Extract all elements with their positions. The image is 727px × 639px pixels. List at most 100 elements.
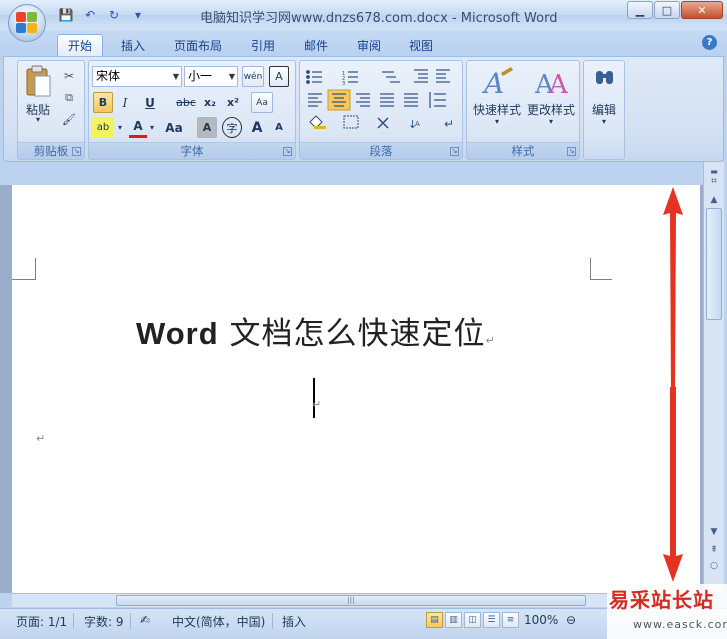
- cut-icon[interactable]: ✂: [60, 65, 78, 86]
- web-layout-view-icon[interactable]: ◫: [464, 612, 481, 628]
- insert-mode-indicator[interactable]: 插入: [282, 613, 306, 630]
- paste-icon: [26, 65, 51, 97]
- tab-page-layout[interactable]: 页面布局: [166, 34, 230, 56]
- font-name-combo[interactable]: 宋体 ▼: [92, 66, 182, 87]
- vertical-scrollbar[interactable]: ▬ ⌗ ▲ ▼ ⇞ ○: [703, 162, 724, 592]
- subscript-button[interactable]: x₂: [200, 92, 220, 113]
- draft-view-icon[interactable]: ≡: [502, 612, 519, 628]
- document-heading[interactable]: Word 文档怎么快速定位↵: [136, 308, 496, 353]
- change-styles-dropdown-icon: ▾: [548, 117, 553, 126]
- outline-view-icon[interactable]: ☰: [483, 612, 500, 628]
- save-icon[interactable]: 💾: [56, 6, 76, 24]
- close-button[interactable]: ✕: [681, 1, 723, 19]
- svg-text:A: A: [481, 67, 504, 99]
- strikethrough-button[interactable]: abc: [174, 92, 198, 113]
- status-divider: [73, 613, 74, 629]
- editing-dropdown-icon: ▾: [601, 117, 606, 126]
- styles-group-label: 样式: [467, 142, 579, 159]
- scroll-down-icon[interactable]: ▼: [706, 524, 722, 540]
- bold-button[interactable]: B: [93, 92, 113, 113]
- tab-mailings[interactable]: 邮件: [295, 34, 337, 56]
- undo-icon[interactable]: ↶: [80, 6, 100, 24]
- previous-page-icon[interactable]: ⇞: [706, 542, 722, 558]
- paste-dropdown-icon: ▾: [35, 115, 40, 124]
- horizontal-scrollbar[interactable]: |||: [12, 593, 612, 607]
- window-title: 电脑知识学习网www.dnzs678.com.docx - Microsoft …: [200, 11, 558, 26]
- font-color-button[interactable]: A: [129, 117, 147, 138]
- full-screen-reading-view-icon[interactable]: ▥: [445, 612, 462, 628]
- quick-styles-label: 快速样式: [472, 103, 521, 117]
- tab-references[interactable]: 引用: [242, 34, 284, 56]
- character-border-button[interactable]: A: [269, 66, 289, 87]
- paragraph-mark-icon: ↵: [485, 334, 496, 347]
- italic-button[interactable]: I: [116, 92, 134, 113]
- character-shading-button[interactable]: A: [197, 117, 217, 138]
- change-styles-icon: A A: [534, 70, 569, 100]
- change-styles-label: 更改样式: [526, 103, 575, 117]
- minimize-button[interactable]: ▁: [627, 1, 653, 19]
- paragraph-launcher-icon[interactable]: ↘: [450, 147, 459, 156]
- paragraph-tools-icon: 123 ↓A ↵: [306, 69, 454, 131]
- vertical-scroll-thumb[interactable]: [706, 208, 722, 320]
- window-controls: ▁ □ ✕: [627, 1, 723, 19]
- redo-icon[interactable]: ↻: [104, 6, 124, 24]
- styles-launcher-icon[interactable]: ↘: [567, 147, 576, 156]
- paste-button[interactable]: 粘贴 ▾: [24, 65, 52, 125]
- font-size-combo[interactable]: 小一 ▼: [184, 66, 238, 87]
- paragraph-group-label: 段落: [300, 142, 462, 159]
- watermark-logo-text: 易采站长站: [609, 588, 714, 612]
- svg-text:↵: ↵: [444, 117, 454, 131]
- office-button[interactable]: [8, 4, 46, 42]
- double-arrow-annotation-icon: [663, 187, 683, 582]
- phonetic-guide-button[interactable]: wén: [242, 66, 264, 87]
- tab-view[interactable]: 视图: [400, 34, 442, 56]
- margin-corner-right: [590, 258, 612, 280]
- change-case-button[interactable]: Aa: [162, 117, 186, 138]
- copy-icon[interactable]: ⧉: [60, 87, 78, 108]
- highlight-dropdown-icon[interactable]: ▾: [115, 117, 125, 138]
- tab-review[interactable]: 审阅: [348, 34, 390, 56]
- change-styles-button[interactable]: A A 更改样式 ▾: [525, 65, 577, 129]
- tab-home[interactable]: 开始: [57, 34, 103, 56]
- scroll-up-icon[interactable]: ▲: [706, 192, 722, 208]
- grow-font-button[interactable]: A: [247, 117, 267, 138]
- font-group: 宋体 ▼ 小一 ▼ wén A B I U abc x₂ x² Aa ab ▾ A …: [88, 60, 296, 160]
- svg-text:A: A: [415, 120, 420, 128]
- maximize-button[interactable]: □: [654, 1, 680, 19]
- editing-group[interactable]: 编辑 ▾: [583, 60, 625, 160]
- styles-group: A 快速样式 ▾ A A 更改样式 ▾ 样式 ↘: [466, 60, 580, 160]
- enclose-characters-button[interactable]: 字: [222, 117, 242, 138]
- title-bar: 💾 ↶ ↻ ▾ 电脑知识学习网www.dnzs678.com.docx - Mi…: [0, 0, 727, 30]
- superscript-button[interactable]: x²: [223, 92, 243, 113]
- svg-text:A: A: [548, 70, 569, 99]
- word-count[interactable]: 字数: 9: [84, 613, 124, 630]
- zoom-out-icon[interactable]: ⊖: [566, 613, 576, 627]
- site-watermark: 易采站长站 www.easck.com: [607, 584, 727, 639]
- proofing-icon[interactable]: ✍: [140, 613, 150, 627]
- font-launcher-icon[interactable]: ↘: [283, 147, 292, 156]
- document-page[interactable]: [12, 185, 700, 593]
- font-color-dropdown-icon[interactable]: ▾: [147, 117, 157, 138]
- customize-qat-icon[interactable]: ▾: [128, 6, 148, 24]
- highlight-button[interactable]: ab: [92, 117, 114, 138]
- horizontal-scroll-thumb[interactable]: |||: [116, 595, 586, 606]
- paragraph-group: 123 ↓ A ↵ 段落 ↘: [299, 60, 463, 160]
- clear-formatting-button[interactable]: Aa: [251, 92, 273, 113]
- watermark-url: www.easck.com: [633, 618, 727, 631]
- svg-text:3: 3: [342, 81, 345, 87]
- ruler-toggle-icon[interactable]: ⌗: [706, 174, 722, 190]
- clipboard-launcher-icon[interactable]: ↘: [72, 147, 81, 156]
- tab-insert[interactable]: 插入: [112, 34, 154, 56]
- zoom-level[interactable]: 100%: [524, 613, 558, 627]
- paragraph-mark-icon: ↵: [36, 432, 46, 445]
- underline-button[interactable]: U: [139, 92, 161, 113]
- print-layout-view-icon[interactable]: ▤: [426, 612, 443, 628]
- browse-object-icon[interactable]: ○: [706, 558, 722, 574]
- quick-access-toolbar: 💾 ↶ ↻ ▾: [56, 6, 148, 24]
- format-painter-icon[interactable]: 🖌: [60, 109, 78, 130]
- language-indicator[interactable]: 中文(简体，中国): [172, 613, 265, 630]
- page-count[interactable]: 页面: 1/1: [16, 613, 67, 630]
- shrink-font-button[interactable]: A: [269, 117, 289, 138]
- help-icon[interactable]: ?: [702, 35, 717, 50]
- quick-styles-button[interactable]: A 快速样式 ▾: [471, 65, 523, 129]
